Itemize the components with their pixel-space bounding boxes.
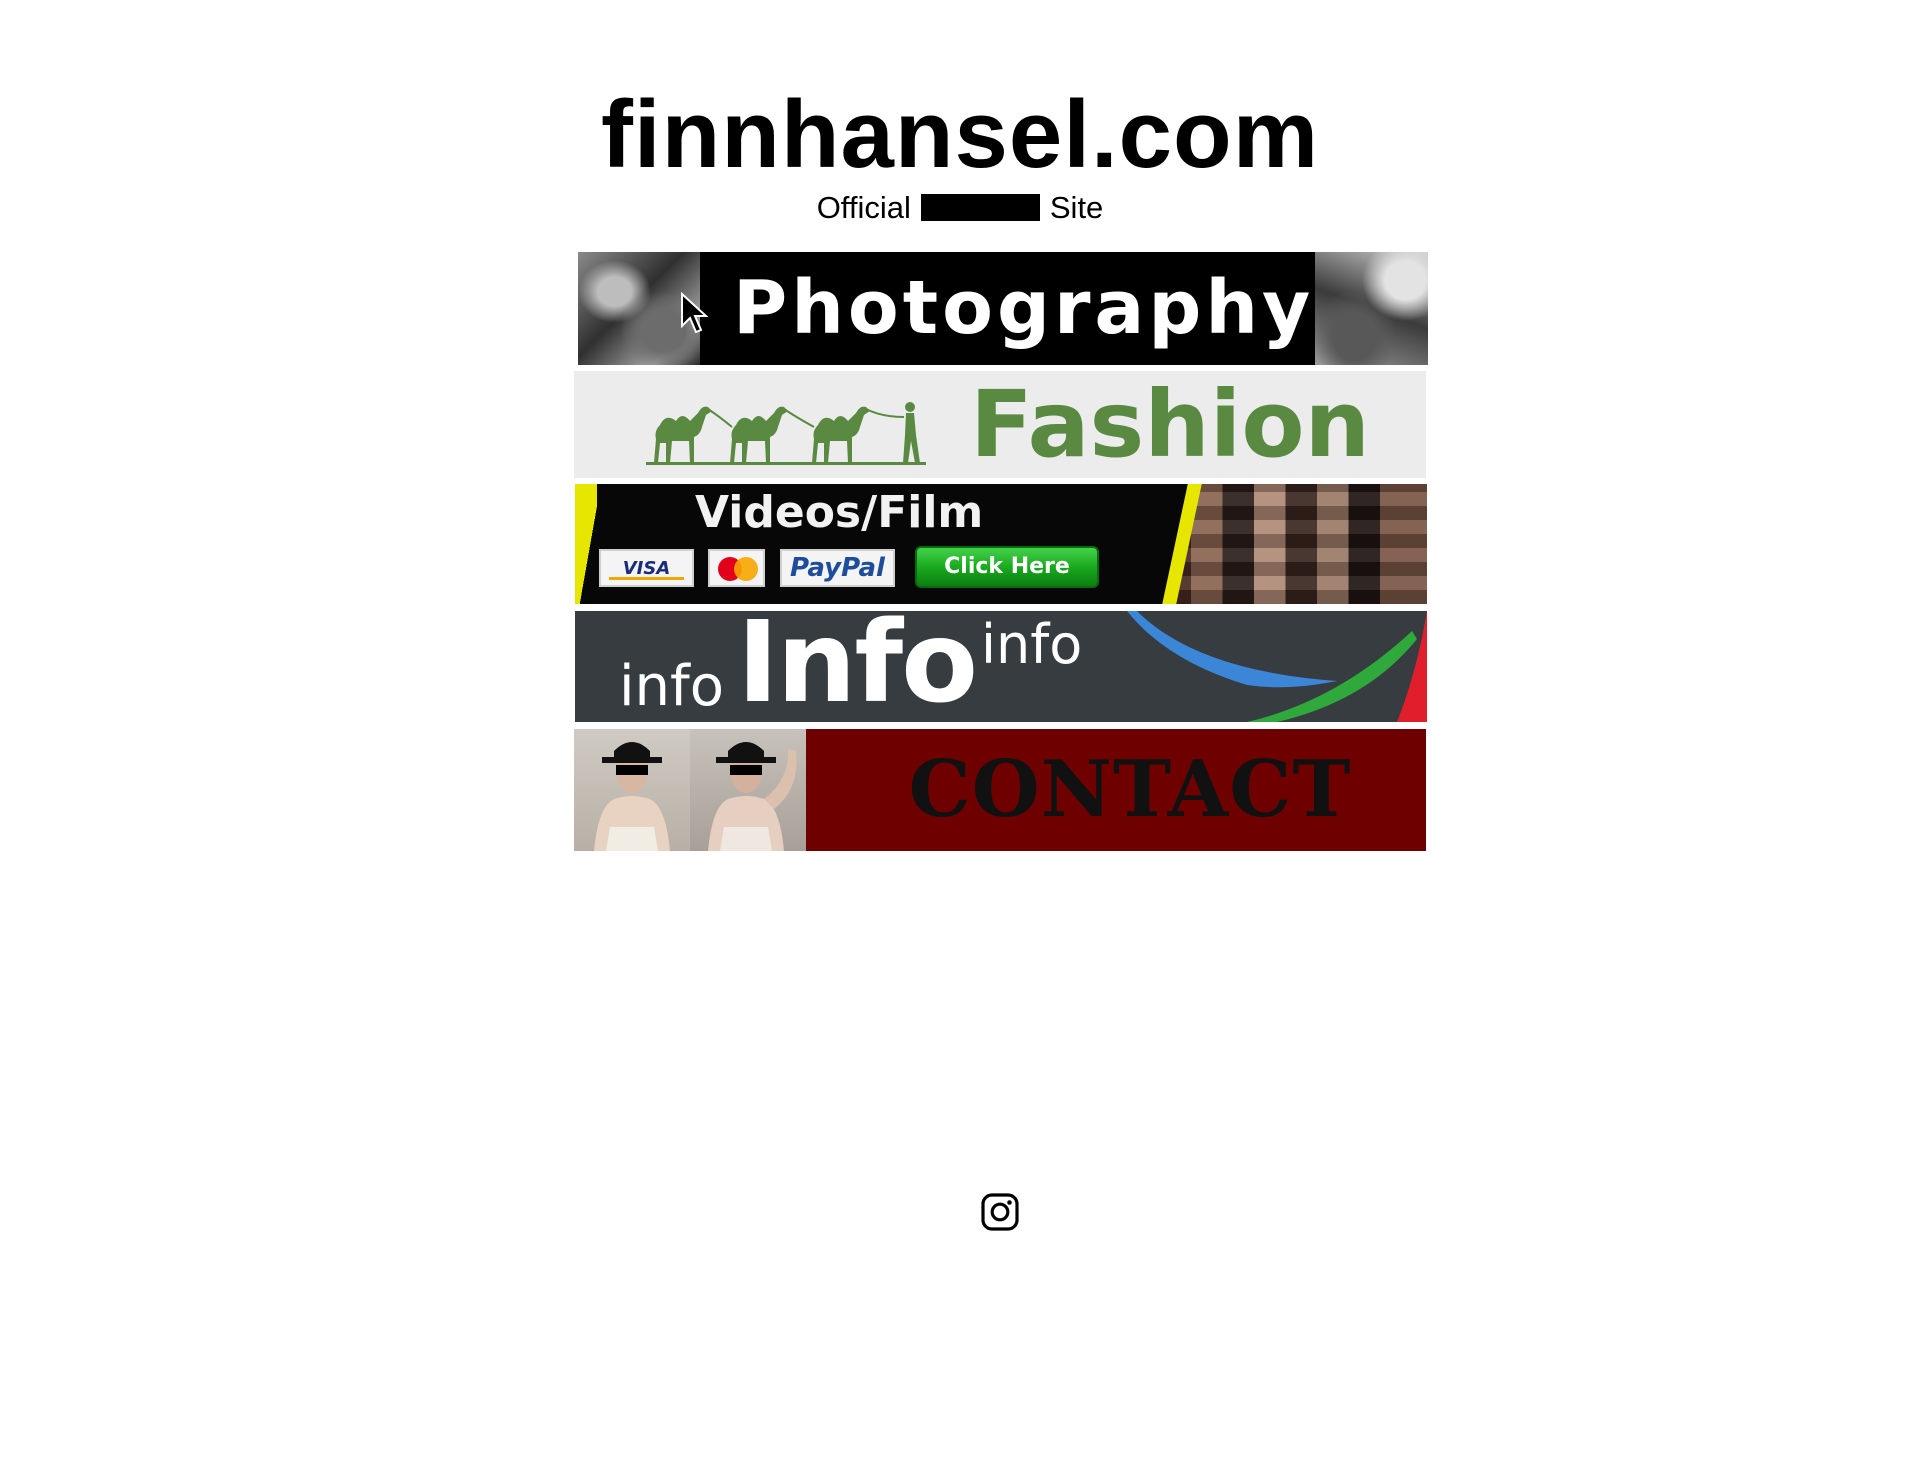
photography-thumbnail-right (1315, 252, 1428, 365)
paypal-logo: PayPal (780, 549, 895, 587)
info-superscript-text: info (981, 613, 1083, 676)
redacted-name-block (920, 194, 1040, 221)
photography-label: Photography (733, 265, 1315, 351)
contact-label: CONTACT (908, 744, 1352, 835)
tagline-site: Site (1049, 190, 1104, 225)
pixelated-preview-image (1165, 484, 1427, 604)
hat-figure-icon (690, 729, 806, 851)
instagram-link[interactable] (980, 1192, 1020, 1232)
site-tagline: Official Site (0, 190, 1920, 226)
info-banner-link[interactable]: info Info info (575, 611, 1427, 722)
contact-banner-link[interactable]: CONTACT (574, 729, 1426, 851)
visa-logo: VISA (599, 549, 694, 587)
mastercard-logo (708, 549, 765, 587)
info-large-text: Info (737, 611, 978, 722)
videos-film-title: Videos/Film (695, 487, 984, 538)
fashion-label: Fashion (969, 371, 1371, 478)
instagram-icon (981, 1193, 1019, 1231)
tagline-official: Official (816, 190, 911, 225)
mastercard-yellow-circle (734, 557, 758, 581)
site-title: finnhansel.com (600, 81, 1320, 188)
contact-photos (574, 729, 806, 851)
videos-film-banner-link[interactable]: Videos/Film VISA PayPal Click Here (575, 484, 1427, 604)
fashion-banner-link[interactable]: Fashion (574, 371, 1426, 478)
hat-figure-icon (574, 729, 690, 851)
cursor-icon (681, 292, 708, 334)
yellow-accent-stripe (575, 484, 597, 604)
color-swoosh-icon (1127, 611, 1427, 722)
click-here-button[interactable]: Click Here (915, 546, 1099, 588)
camel-caravan-icon (646, 402, 926, 465)
info-small-text: info (619, 654, 725, 719)
photography-banner-link[interactable]: Photography (578, 252, 1428, 365)
